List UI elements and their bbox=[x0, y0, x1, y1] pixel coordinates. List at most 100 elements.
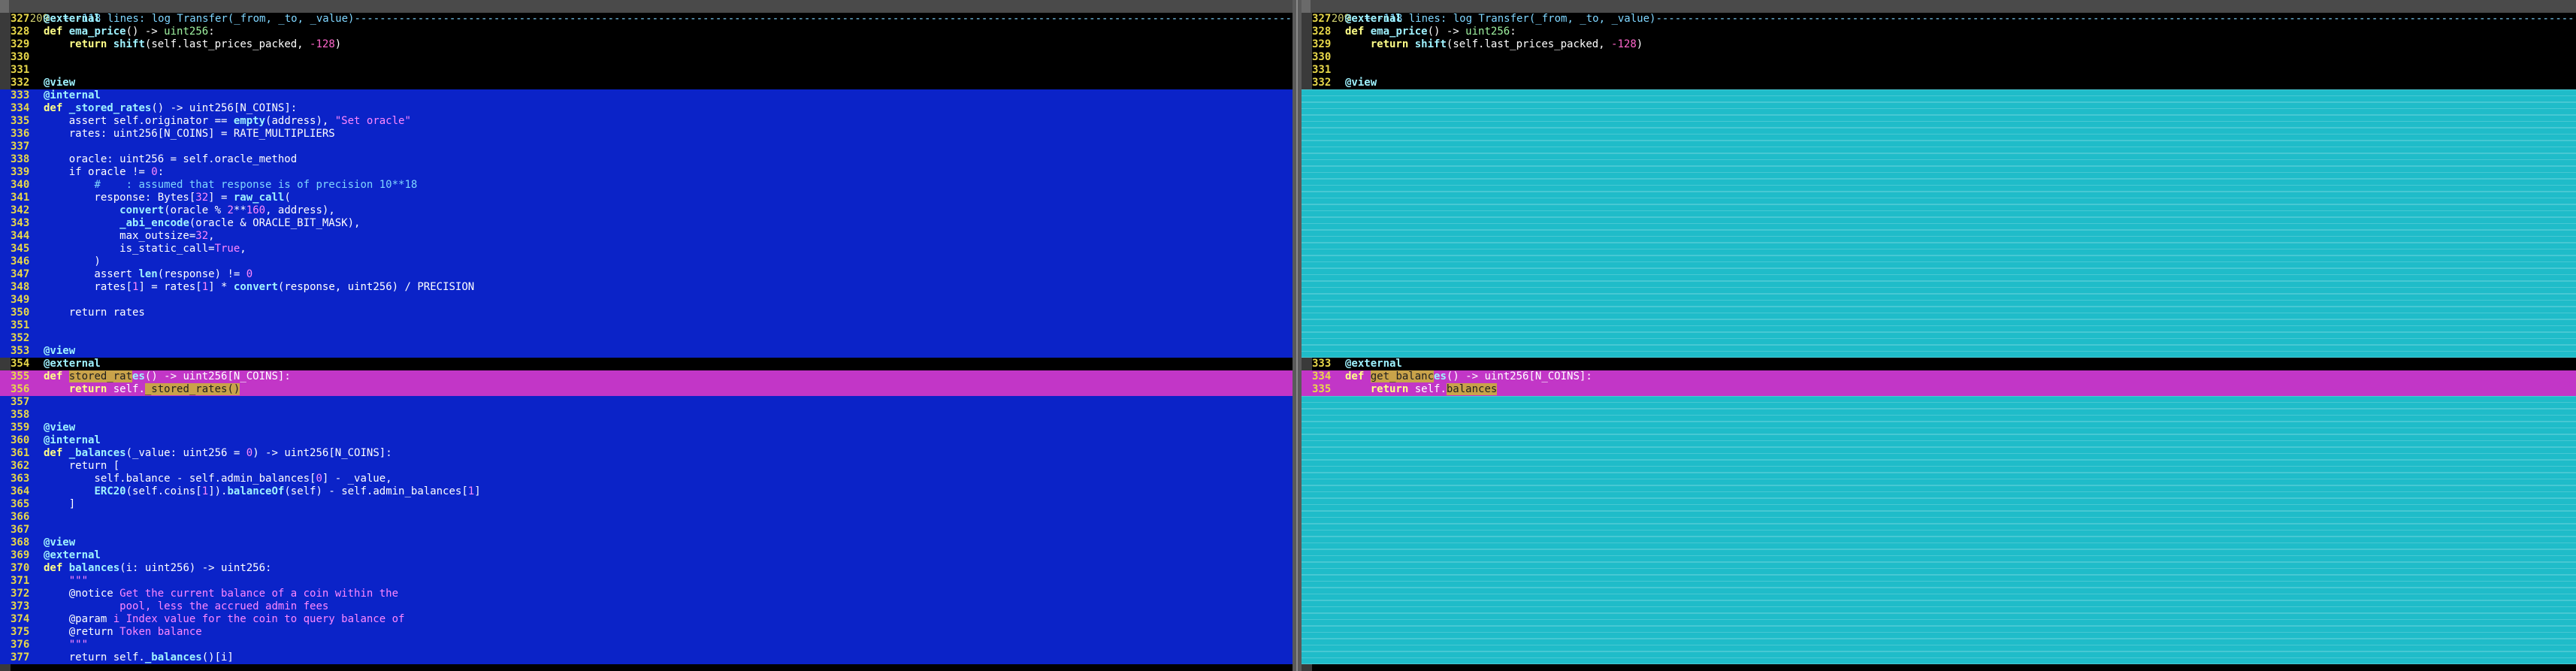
code-line[interactable] bbox=[1302, 281, 2576, 294]
code-text[interactable] bbox=[1344, 217, 2576, 230]
code-line[interactable] bbox=[1302, 319, 2576, 332]
code-line[interactable] bbox=[1302, 192, 2576, 204]
code-text[interactable]: @internal bbox=[42, 434, 1293, 447]
code-text[interactable]: convert(oracle % 2**160, address), bbox=[42, 204, 1293, 217]
code-line[interactable]: 343 _abi_encode(oracle & ORACLE_BIT_MASK… bbox=[0, 217, 1293, 230]
code-text[interactable] bbox=[1344, 51, 2576, 64]
code-text[interactable]: def balances(i: uint256) -> uint256: bbox=[42, 562, 1293, 575]
code-text[interactable]: def stored_rates() -> uint256[N_COINS]: bbox=[42, 370, 1293, 383]
code-text[interactable] bbox=[1344, 294, 2576, 307]
code-line[interactable] bbox=[1302, 396, 2576, 409]
code-line[interactable]: 372 @notice Get the current balance of a… bbox=[0, 588, 1293, 600]
code-text[interactable] bbox=[1344, 179, 2576, 192]
code-text[interactable]: response: Bytes[32] = raw_call( bbox=[42, 192, 1293, 204]
code-line[interactable]: 373 pool, less the accrued admin fees bbox=[0, 600, 1293, 613]
code-text[interactable]: def _stored_rates() -> uint256[N_COINS]: bbox=[42, 102, 1293, 115]
code-line[interactable]: 358 bbox=[0, 409, 1293, 422]
code-text[interactable] bbox=[1344, 651, 2576, 664]
code-line[interactable] bbox=[1302, 102, 2576, 115]
code-text[interactable]: @external bbox=[42, 13, 1293, 26]
code-text[interactable] bbox=[1344, 549, 2576, 562]
code-text[interactable]: @view bbox=[42, 77, 1293, 89]
code-text[interactable]: def get_balances() -> uint256[N_COINS]: bbox=[1344, 370, 2576, 383]
code-line[interactable]: 342 convert(oracle % 2**160, address), bbox=[0, 204, 1293, 217]
code-text[interactable]: """ bbox=[42, 575, 1293, 588]
code-text[interactable] bbox=[1344, 613, 2576, 626]
code-line[interactable]: 353 @view bbox=[0, 345, 1293, 358]
code-line[interactable]: 356 return self._stored_rates() bbox=[0, 383, 1293, 396]
code-text[interactable]: _abi_encode(oracle & ORACLE_BIT_MASK), bbox=[42, 217, 1293, 230]
code-line[interactable]: 377 return self._balances()[i] bbox=[0, 651, 1293, 664]
code-line[interactable] bbox=[1302, 179, 2576, 192]
code-text[interactable]: return self.balances bbox=[1344, 383, 2576, 396]
code-text[interactable]: # : assumed that response is of precisio… bbox=[42, 179, 1293, 192]
code-line[interactable]: 355 def stored_rates() -> uint256[N_COINS… bbox=[0, 370, 1293, 383]
code-line[interactable]: 370 def balances(i: uint256) -> uint256: bbox=[0, 562, 1293, 575]
folded-lines-bar[interactable]: 209 +--118 lines: log Transfer(_from, _to… bbox=[0, 0, 1293, 25]
code-line[interactable]: 330 bbox=[0, 51, 1293, 64]
code-line[interactable]: 345 is_static_call=True, bbox=[0, 243, 1293, 255]
code-line[interactable]: 332 @view bbox=[0, 77, 1293, 89]
code-line[interactable]: 332 @view bbox=[1302, 77, 2576, 89]
code-line[interactable] bbox=[1302, 230, 2576, 243]
code-line[interactable]: 364 ERC20(self.coins[1]).balanceOf(self)… bbox=[0, 485, 1293, 498]
code-line[interactable]: 334 def _stored_rates() -> uint256[N_COIN… bbox=[0, 102, 1293, 115]
code-text[interactable]: @view bbox=[42, 422, 1293, 434]
code-line[interactable] bbox=[1302, 613, 2576, 626]
code-line[interactable]: 347 assert len(response) != 0 bbox=[0, 268, 1293, 281]
code-line[interactable] bbox=[1302, 307, 2576, 319]
code-text[interactable] bbox=[1344, 332, 2576, 345]
code-line[interactable]: 359 @view bbox=[0, 422, 1293, 434]
code-line[interactable]: 368 @view bbox=[0, 536, 1293, 549]
code-line[interactable] bbox=[1302, 255, 2576, 268]
code-line[interactable] bbox=[1302, 332, 2576, 345]
code-text[interactable]: return [ bbox=[42, 460, 1293, 473]
code-line[interactable]: 333 @internal bbox=[0, 89, 1293, 102]
code-text[interactable] bbox=[1344, 460, 2576, 473]
code-line[interactable]: 351 bbox=[0, 319, 1293, 332]
code-text[interactable]: rates: uint256[N_COINS] = RATE_MULTIPLIE… bbox=[42, 128, 1293, 141]
code-line[interactable] bbox=[1302, 600, 2576, 613]
code-line[interactable] bbox=[1302, 268, 2576, 281]
code-text[interactable]: @notice Get the current balance of a coi… bbox=[42, 588, 1293, 600]
code-text[interactable]: @view bbox=[1344, 77, 2576, 89]
code-line[interactable] bbox=[1302, 434, 2576, 447]
code-line[interactable]: 336 rates: uint256[N_COINS] = RATE_MULTI… bbox=[0, 128, 1293, 141]
code-line[interactable]: 369 @external bbox=[0, 549, 1293, 562]
code-line[interactable] bbox=[1302, 294, 2576, 307]
code-line[interactable]: 349 bbox=[0, 294, 1293, 307]
code-text[interactable] bbox=[42, 141, 1293, 153]
code-line[interactable]: 333 @external bbox=[1302, 358, 2576, 370]
code-line[interactable]: 327 @external bbox=[1302, 13, 2576, 26]
code-text[interactable] bbox=[1344, 319, 2576, 332]
code-lines[interactable]: 327 @external 328 def ema_price() -> uint25… bbox=[0, 13, 1293, 664]
code-text[interactable] bbox=[1344, 89, 2576, 102]
code-text[interactable]: @param i Index value for the coin to que… bbox=[42, 613, 1293, 626]
code-line[interactable]: 367 bbox=[0, 524, 1293, 536]
code-line[interactable]: 366 bbox=[0, 511, 1293, 524]
code-line[interactable]: 374 @param i Index value for the coin to… bbox=[0, 613, 1293, 626]
code-line[interactable] bbox=[1302, 409, 2576, 422]
code-line[interactable]: 327 @external bbox=[0, 13, 1293, 26]
code-text[interactable] bbox=[1344, 562, 2576, 575]
code-text[interactable]: @external bbox=[1344, 13, 2576, 26]
code-text[interactable] bbox=[1344, 204, 2576, 217]
code-text[interactable] bbox=[1344, 498, 2576, 511]
code-line[interactable] bbox=[1302, 447, 2576, 460]
code-line[interactable] bbox=[1302, 460, 2576, 473]
code-text[interactable] bbox=[1344, 255, 2576, 268]
code-text[interactable] bbox=[42, 51, 1293, 64]
code-line[interactable] bbox=[1302, 626, 2576, 639]
code-line[interactable]: 362 return [ bbox=[0, 460, 1293, 473]
code-text[interactable]: if oracle != 0: bbox=[42, 166, 1293, 179]
code-text[interactable]: """ bbox=[42, 639, 1293, 651]
code-line[interactable]: 329 return shift(self.last_prices_packed… bbox=[1302, 38, 2576, 51]
code-line[interactable]: 330 bbox=[1302, 51, 2576, 64]
code-line[interactable]: 328 def ema_price() -> uint256: bbox=[0, 26, 1293, 38]
code-text[interactable] bbox=[42, 64, 1293, 77]
code-text[interactable]: ERC20(self.coins[1]).balanceOf(self) - s… bbox=[42, 485, 1293, 498]
code-text[interactable]: oracle: uint256 = self.oracle_method bbox=[42, 153, 1293, 166]
code-text[interactable] bbox=[1344, 64, 2576, 77]
code-text[interactable] bbox=[1344, 128, 2576, 141]
code-line[interactable]: 352 bbox=[0, 332, 1293, 345]
